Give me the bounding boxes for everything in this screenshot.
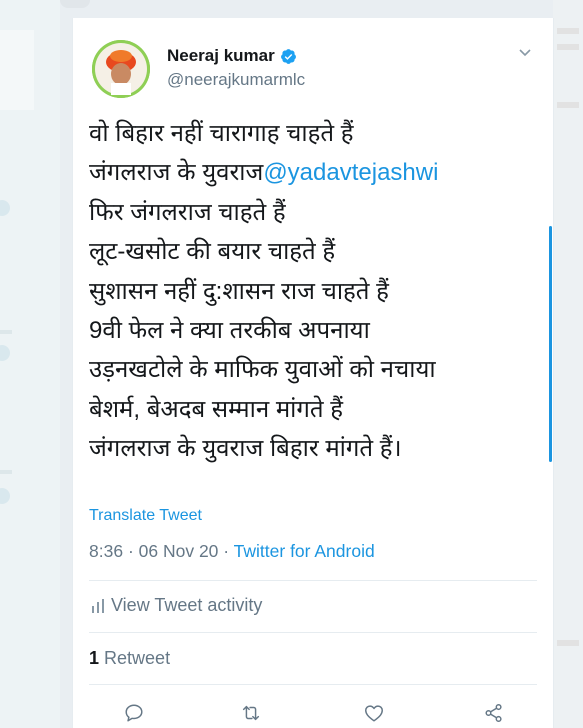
tweet-card: Neeraj kumar @neerajkumarmlc वो बिहार नह… bbox=[72, 18, 554, 728]
reply-icon[interactable] bbox=[123, 702, 145, 724]
tweet-text: वो बिहार नहीं चारागाह चाहते हैं जंगलराज … bbox=[89, 114, 539, 469]
tweet-line: 9वी फेल ने क्या तरकीब अपनाया bbox=[89, 317, 370, 345]
view-tweet-activity-link[interactable]: View Tweet activity bbox=[91, 595, 262, 616]
tweet-line: जंगलराज के युवराज@yadavtejashwi bbox=[89, 153, 539, 192]
retweet-icon[interactable] bbox=[240, 702, 262, 724]
divider bbox=[89, 580, 537, 581]
share-icon[interactable] bbox=[483, 702, 505, 724]
tweet-line: जंगलराज के युवराज बिहार मांगते हैं। bbox=[89, 435, 402, 463]
retweet-count-link[interactable]: 1 Retweet bbox=[89, 648, 170, 669]
scrollbar[interactable] bbox=[549, 226, 552, 462]
tweet-line: लूट-खसोट की बयार चाहते हैं bbox=[89, 238, 336, 266]
tweet-date: 06 Nov 20 bbox=[138, 541, 219, 561]
retweet-count: 1 bbox=[89, 648, 100, 668]
author-row: Neeraj kumar bbox=[167, 46, 297, 66]
tweet-line-text: जंगलराज के युवराज bbox=[89, 159, 264, 187]
activity-label: View Tweet activity bbox=[111, 595, 263, 615]
tweet-line: फिर जंगलराज चाहते हैं bbox=[89, 198, 286, 226]
background-decoration bbox=[60, 0, 90, 8]
retweet-label: Retweet bbox=[104, 648, 171, 668]
tweet-line: उड़नखटोले के माफिक युवाओं को नचाया bbox=[89, 356, 436, 384]
divider bbox=[89, 632, 537, 633]
translate-tweet-link[interactable]: Translate Tweet bbox=[89, 507, 202, 525]
chevron-down-icon[interactable] bbox=[517, 44, 533, 60]
author-name[interactable]: Neeraj kumar bbox=[167, 46, 275, 66]
avatar[interactable] bbox=[92, 40, 150, 98]
divider bbox=[89, 684, 537, 685]
meta-separator: · bbox=[127, 541, 134, 561]
background-right-panel bbox=[553, 0, 583, 728]
tweet-source-link[interactable]: Twitter for Android bbox=[234, 541, 375, 561]
mention-link[interactable]: @yadavtejashwi bbox=[263, 159, 438, 186]
tweet-meta: 8:36 · 06 Nov 20 · Twitter for Android bbox=[89, 541, 375, 562]
tweet-time: 8:36 bbox=[89, 541, 124, 561]
bar-chart-icon bbox=[92, 598, 104, 613]
heart-icon[interactable] bbox=[363, 702, 385, 724]
tweet-line: सुशासन नहीं दु:शासन राज चाहते हैं bbox=[89, 277, 389, 305]
meta-separator: · bbox=[223, 541, 230, 561]
author-handle[interactable]: @neerajkumarmlc bbox=[167, 70, 305, 90]
background-left-panel bbox=[0, 0, 60, 728]
tweet-line: वो बिहार नहीं चारागाह चाहते हैं bbox=[89, 120, 354, 147]
verified-badge-icon bbox=[280, 48, 296, 64]
tweet-line: बेशर्म, बेअदब सम्मान मांगते हैं bbox=[89, 395, 343, 423]
